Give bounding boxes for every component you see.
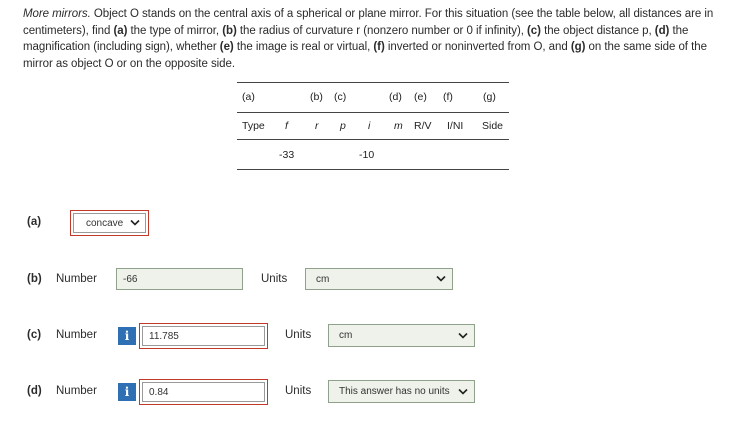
part-tag: (g) [570,41,586,54]
col-r: r [315,120,319,132]
input-value: 0.84 [149,386,169,398]
part-tag: (b) [222,24,237,37]
problem-title: More mirrors. [23,8,91,20]
problem-text: the object distance p, [540,24,655,37]
info-glyph: i [124,329,130,343]
units-select[interactable]: cm [305,268,453,290]
value-f: -33 [279,149,295,161]
units-label: Units [285,385,312,397]
col-type: Type [242,120,265,132]
radius-input[interactable]: -66 [116,268,243,290]
col-i: i [368,120,371,132]
input-value: -66 [123,273,138,285]
units-select[interactable]: cm [328,324,475,347]
chevron-down-icon [458,332,468,339]
select-value: cm [339,330,353,341]
table-rule [237,112,509,113]
select-value: cm [316,273,330,285]
part-tag: (f) [373,41,385,54]
info-icon[interactable]: i [118,383,136,401]
part-tag: (c) [527,24,541,37]
col-side: Side [482,120,504,132]
chevron-down-icon [130,219,140,226]
col-p: p [340,120,346,132]
col-header-b: (b) [310,91,323,103]
col-ini: I/NI [447,120,464,132]
problem-text: the type of mirror, [127,24,223,37]
number-label: Number [56,385,97,397]
col-header-d: (d) [389,91,402,103]
info-icon[interactable]: i [118,327,136,345]
col-header-g: (g) [483,91,496,103]
select-value: This answer has no units [339,386,450,397]
input-field[interactable]: 11.785 [142,326,265,346]
mirror-type-select[interactable]: concave [70,210,149,236]
table-rule [237,139,509,140]
problem-text: the image is real or virtual, [233,41,374,54]
table-rule [237,82,509,83]
input-value: 11.785 [149,330,179,342]
problem-statement: More mirrors. Object O stands on the cen… [23,6,729,72]
part-b-label: (b) [27,273,42,285]
part-tag: (a) [113,24,128,37]
chevron-down-icon [458,388,468,395]
object-distance-input[interactable]: 11.785 [139,323,268,349]
part-a-label: (a) [27,216,42,228]
info-glyph: i [124,385,130,399]
col-m: m [394,120,403,132]
table-rule [237,169,509,170]
select-value: concave [86,217,124,229]
part-c-label: (c) [27,329,42,341]
units-label: Units [261,273,288,285]
col-header-e: (e) [414,91,427,103]
problem-text: the radius of curvature r (nonzero numbe… [236,24,528,37]
number-label: Number [56,273,97,285]
units-select[interactable]: This answer has no units [328,380,475,403]
part-tag: (e) [219,41,234,54]
chevron-down-icon [436,275,446,282]
col-header-a: (a) [242,91,255,103]
problem-text: inverted or noninverted from O, and [384,41,571,54]
part-tag: (d) [654,24,670,37]
magnification-input[interactable]: 0.84 [139,379,268,405]
part-d-label: (d) [27,385,42,397]
units-label: Units [285,329,312,341]
number-label: Number [56,329,97,341]
input-field[interactable]: 0.84 [142,382,265,402]
select-field[interactable]: concave [73,213,146,233]
value-i: -10 [359,149,375,161]
col-rv: R/V [414,120,432,132]
col-f: f [285,120,288,132]
col-header-c: (c) [334,91,347,103]
col-header-f: (f) [443,91,453,103]
